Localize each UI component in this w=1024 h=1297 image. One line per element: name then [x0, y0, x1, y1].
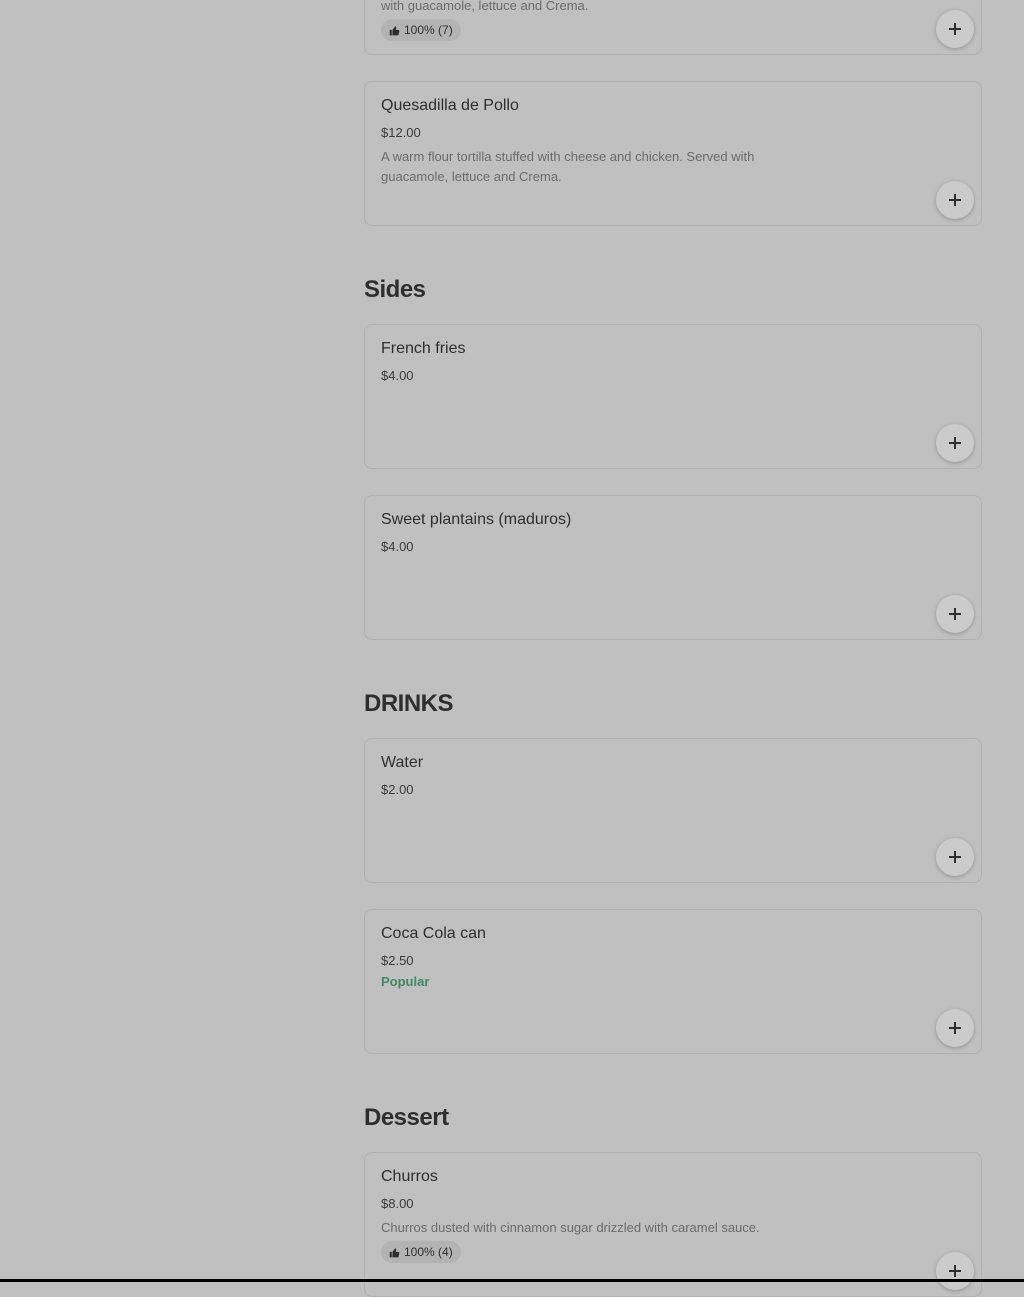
item-name: Sweet plantains (maduros) — [381, 511, 572, 528]
plus-icon — [949, 437, 961, 449]
rating-badge: 100% (4) — [381, 1241, 461, 1263]
item-name: Water — [381, 754, 424, 771]
section-title-dessert: Dessert — [364, 1104, 449, 1131]
thumbs-up-icon — [389, 25, 400, 35]
item-price: $4.00 — [381, 539, 414, 554]
item-name: Churros — [381, 1168, 438, 1185]
item-name: French fries — [381, 340, 466, 357]
menu-item-card-partial[interactable]: with guacamole, lettuce and Crema. 100% … — [364, 0, 982, 55]
menu-item-card[interactable]: French fries $4.00 — [364, 324, 982, 469]
item-description: Churros dusted with cinnamon sugar drizz… — [381, 1220, 760, 1235]
item-description: A warm flour tortilla stuffed with chees… — [381, 149, 755, 184]
thumbs-up-icon — [389, 1247, 400, 1257]
rating-text: 100% (4) — [404, 1245, 453, 1259]
plus-icon — [949, 23, 961, 35]
plus-icon — [949, 1022, 961, 1034]
plus-icon — [949, 194, 961, 206]
item-description: with guacamole, lettuce and Crema. — [381, 0, 589, 13]
plus-icon — [949, 1265, 961, 1277]
menu-item-card[interactable]: Churros $8.00 Churros dusted with cinnam… — [364, 1152, 982, 1297]
add-to-cart-button[interactable] — [936, 595, 974, 633]
item-price: $2.50 — [381, 953, 414, 968]
section-title-sides: Sides — [364, 276, 426, 303]
item-price: $12.00 — [381, 125, 421, 140]
rating-badge: 100% (7) — [381, 19, 461, 41]
popular-badge: Popular — [381, 974, 430, 989]
item-name: Quesadilla de Pollo — [381, 97, 519, 114]
add-to-cart-button[interactable] — [936, 10, 974, 48]
menu-item-card[interactable]: Water $2.00 — [364, 738, 982, 883]
add-to-cart-button[interactable] — [936, 181, 974, 219]
add-to-cart-button[interactable] — [936, 838, 974, 876]
rating-text: 100% (7) — [404, 23, 453, 37]
item-price: $2.00 — [381, 782, 414, 797]
section-title-drinks: DRINKS — [364, 690, 454, 717]
add-to-cart-button[interactable] — [936, 1009, 974, 1047]
item-name: Coca Cola can — [381, 925, 486, 942]
plus-icon — [949, 851, 961, 863]
add-to-cart-button[interactable] — [936, 1252, 974, 1290]
item-price: $4.00 — [381, 368, 414, 383]
item-price: $8.00 — [381, 1196, 414, 1211]
plus-icon — [949, 608, 961, 620]
menu-item-card[interactable]: Quesadilla de Pollo $12.00 A warm flour … — [364, 81, 982, 226]
menu-item-card[interactable]: Sweet plantains (maduros) $4.00 — [364, 495, 982, 640]
add-to-cart-button[interactable] — [936, 424, 974, 462]
menu-item-card[interactable]: Coca Cola can $2.50 Popular — [364, 909, 982, 1054]
